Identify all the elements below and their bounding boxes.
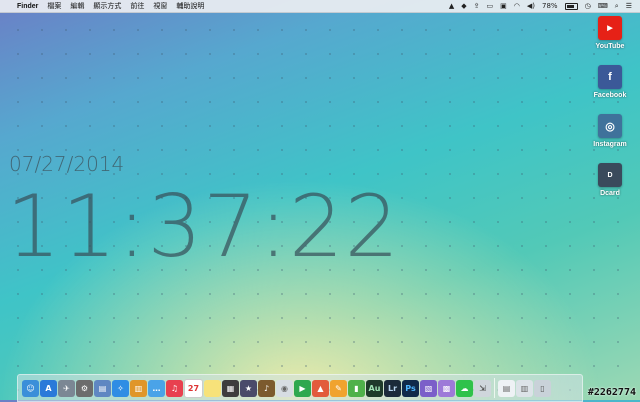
imovie-icon[interactable]: ★ [240, 379, 257, 397]
desktop-icon-instagram[interactable]: ◎ Instagram [585, 114, 635, 148]
itunes-icon[interactable]: ♫ [166, 379, 183, 397]
facebook-icon: f [598, 65, 622, 89]
menu-bar: Finder 檔案 編輯 顯示方式 前往 視窗 輔助說明 ▲ ◆ ⇪ ▭ ▣ ◠… [0, 0, 640, 13]
ibooks-icon[interactable]: ▥ [130, 379, 147, 397]
audition-icon[interactable]: Au [366, 379, 383, 397]
finder-icon[interactable]: ☺ [22, 379, 39, 397]
desktop-icon-label: Dcard [600, 190, 620, 197]
clock-time: 11:37:22 [6, 177, 401, 277]
spotlight-search-icon[interactable]: ⌕ [615, 2, 619, 11]
dcard-icon: D [598, 163, 622, 187]
photoshop-icon[interactable]: Ps [402, 379, 419, 397]
desktop-icon-label: Instagram [593, 141, 627, 148]
purple-app-icon[interactable]: ▩ [438, 379, 455, 397]
numbers-icon[interactable]: ▮ [348, 379, 365, 397]
timemachine-icon[interactable]: ◷ [585, 2, 591, 10]
menu-file[interactable]: 檔案 [47, 1, 61, 11]
garageband-icon[interactable]: ♪ [258, 379, 275, 397]
volume-icon[interactable]: ◀) [527, 2, 535, 10]
desktop-icon-dcard[interactable]: D Dcard [585, 163, 635, 197]
pages-icon[interactable]: ✎ [330, 379, 347, 397]
notification-center-icon[interactable]: ☰ [626, 2, 632, 10]
battery-percent[interactable]: 78% [542, 2, 558, 10]
wifi-icon[interactable]: ◠ [514, 2, 520, 10]
youtube-icon: ▶ [598, 16, 622, 40]
calendar-icon[interactable]: 27 [184, 378, 203, 398]
disk-utility-icon[interactable]: ◉ [276, 379, 293, 397]
keyboard-icon[interactable]: ⌨ [598, 2, 608, 10]
desktop-icon-label: YouTube [595, 43, 625, 50]
menu-go[interactable]: 前往 [130, 1, 144, 11]
dropbox-icon[interactable]: ◆ [461, 2, 466, 10]
watermark: #2262774 [587, 387, 636, 398]
utility-icon[interactable]: ⇲ [474, 379, 491, 397]
menu-window[interactable]: 視窗 [153, 1, 167, 11]
launchpad-icon[interactable]: ✈ [58, 379, 75, 397]
facetime-icon[interactable]: ▶ [294, 379, 311, 397]
dock: ☺ A ✈ ⚙ ▤ ✧ ▥ … ♫ 27 ▦ ★ ♪ ◉ ▶ ▲ ✎ ▮ Au … [17, 374, 583, 402]
desktop-icon-youtube[interactable]: ▶ YouTube [585, 16, 635, 50]
messages-icon[interactable]: … [148, 379, 165, 397]
menu-edit[interactable]: 編輯 [70, 1, 84, 11]
desktop-icon-label: Facebook [593, 92, 627, 99]
google-drive-icon[interactable]: ▲ [449, 2, 454, 10]
menu-app-finder[interactable]: Finder [17, 3, 38, 10]
system-preferences-icon[interactable]: ⚙ [76, 379, 93, 397]
preview-icon[interactable]: ▤ [94, 379, 111, 397]
upload-icon[interactable]: ⇪ [474, 2, 480, 10]
trash-icon[interactable]: ▯ [534, 379, 551, 397]
photo-booth-icon[interactable]: ▦ [222, 379, 239, 397]
battery-icon[interactable] [564, 2, 578, 10]
documents-stack-icon[interactable]: ▥ [516, 379, 533, 397]
onenote-icon[interactable]: ▧ [420, 379, 437, 397]
clock-date: 07/27/2014 [9, 152, 125, 176]
safari-icon[interactable]: ✧ [112, 379, 129, 397]
keynote-icon[interactable]: ▲ [312, 379, 329, 397]
display-icon[interactable]: ▣ [500, 2, 507, 10]
downloads-stack-icon[interactable]: ▤ [498, 379, 515, 397]
menu-help[interactable]: 輔助說明 [176, 1, 204, 11]
app-store-icon[interactable]: A [40, 379, 57, 397]
line-icon[interactable]: ☁ [456, 379, 473, 397]
notes-icon[interactable] [204, 379, 221, 397]
dock-separator [494, 378, 495, 398]
airplay-icon[interactable]: ▭ [487, 2, 494, 10]
menu-view[interactable]: 顯示方式 [93, 1, 121, 11]
desktop-icon-facebook[interactable]: f Facebook [585, 65, 635, 99]
lightroom-icon[interactable]: Lr [384, 379, 401, 397]
instagram-icon: ◎ [598, 114, 622, 138]
